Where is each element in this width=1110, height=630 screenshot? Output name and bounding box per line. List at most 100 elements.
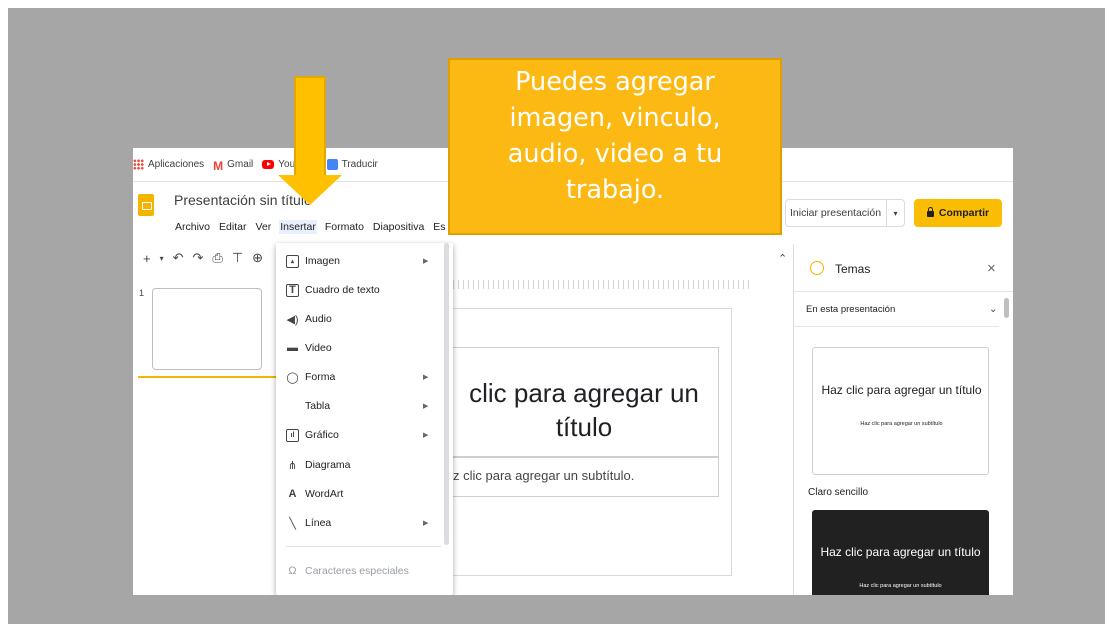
callout-line: audio, video a tu: [507, 139, 723, 169]
new-slide-icon[interactable]: +: [143, 251, 151, 266]
menu-bar: Archivo Editar Ver Insertar Formato Diap…: [174, 220, 454, 234]
chart-icon: ıl: [286, 428, 299, 442]
menu-scrollbar[interactable]: [444, 243, 449, 545]
menu-formato[interactable]: Formato: [324, 220, 365, 234]
bookmark-label: Traducir: [341, 159, 378, 170]
callout-line: trabajo.: [565, 175, 665, 205]
themes-scrollbar[interactable]: [1004, 298, 1009, 318]
menu-item-caracteres-especiales[interactable]: Ω Caracteres especiales: [276, 559, 446, 583]
menu-item-label: Imagen: [305, 255, 341, 267]
callout-box: Puedes agregar imagen, vinculo, audio, v…: [448, 58, 782, 235]
bookmark-apps[interactable]: Aplicaciones: [133, 159, 204, 170]
collapse-toolbar-icon[interactable]: ⌃: [778, 252, 787, 265]
new-slide-dropdown-icon[interactable]: ▾: [160, 254, 164, 263]
menu-item-label: Forma: [305, 371, 336, 383]
menu-item-label: Cuadro de texto: [305, 284, 380, 296]
theme-name: Claro sencillo: [808, 487, 869, 498]
translate-icon: [326, 159, 338, 170]
menu-item-grafico[interactable]: ıl Gráfico ▶: [276, 423, 446, 447]
present-button[interactable]: Iniciar presentación ▾: [785, 199, 905, 227]
menu-archivo[interactable]: Archivo: [174, 220, 211, 234]
theme-card-title: Haz clic para agregar un título: [821, 383, 982, 397]
slide-number: 1: [139, 288, 145, 298]
slide-thumbnail[interactable]: [152, 288, 262, 370]
menu-item-cuadro-de-texto[interactable]: T Cuadro de texto: [276, 278, 446, 302]
redo-icon[interactable]: ↷: [193, 250, 204, 266]
menu-item-label: Línea: [305, 517, 332, 529]
menu-item-tabla[interactable]: Tabla ▶: [276, 394, 446, 418]
theme-card-subtitle: Haz clic para agregar un subtítulo: [859, 583, 942, 589]
bookmark-label: Aplicaciones: [148, 159, 205, 170]
diagram-icon: ⋔: [287, 459, 298, 472]
divider: [794, 326, 999, 327]
themes-title: Temas: [835, 262, 871, 276]
undo-icon[interactable]: ↶: [173, 250, 184, 266]
title-placeholder-box[interactable]: clic para agregar un título: [419, 347, 719, 457]
submenu-arrow-icon: ▶: [423, 374, 429, 381]
menu-ver[interactable]: Ver: [254, 220, 272, 234]
menu-diapositiva[interactable]: Diapositiva: [372, 220, 425, 234]
slide-editor[interactable]: clic para agregar un título z clic para …: [418, 308, 732, 576]
subtitle-placeholder-box[interactable]: z clic para agregar un subtítulo.: [419, 457, 719, 497]
themes-panel: Temas × En esta presentación ⌄ Haz clic …: [793, 244, 1013, 595]
print-icon[interactable]: ⎙: [212, 250, 222, 266]
wordart-icon: A: [288, 488, 297, 500]
zoom-icon[interactable]: ⊕: [252, 250, 263, 266]
menu-item-linea[interactable]: ╲ Línea ▶: [276, 511, 446, 535]
paint-format-icon[interactable]: ⊤: [232, 250, 243, 266]
filmstrip-divider: [138, 376, 288, 378]
menu-separator: [286, 546, 441, 547]
menu-item-diagrama[interactable]: ⋔ Diagrama: [276, 453, 446, 477]
menu-item-imagen[interactable]: ▴ Imagen ▶: [276, 249, 446, 273]
gmail-icon: M: [213, 159, 224, 173]
callout-line: imagen, vinculo,: [509, 103, 721, 133]
omega-icon: Ω: [288, 565, 297, 577]
image-icon: ▴: [286, 254, 299, 268]
audio-icon: ◀): [286, 313, 299, 326]
bookmark-gmail[interactable]: M Gmail: [213, 159, 254, 173]
present-dropdown-icon[interactable]: ▾: [886, 200, 904, 226]
menu-item-label: Tabla: [305, 400, 331, 412]
share-label: Compartir: [938, 207, 990, 219]
menu-item-label: Caracteres especiales: [305, 565, 409, 577]
theme-card-subtitle: Haz clic para agregar un subtítulo: [860, 421, 943, 427]
subtitle-placeholder: z clic para agregar un subtítulo.: [453, 468, 635, 483]
themes-filter-select[interactable]: En esta presentación: [806, 304, 895, 315]
ruler: [453, 280, 753, 289]
pointer-arrow-head: [278, 175, 342, 205]
slides-logo-icon[interactable]: [138, 194, 154, 216]
line-icon: ╲: [289, 517, 296, 530]
menu-item-forma[interactable]: ◯ Forma ▶: [276, 365, 446, 389]
theme-card-dark[interactable]: Haz clic para agregar un título Haz clic…: [812, 510, 989, 595]
present-label: Iniciar presentación: [790, 207, 882, 219]
text-box-icon: T: [286, 283, 299, 297]
submenu-arrow-icon: ▶: [423, 258, 429, 265]
theme-card-light[interactable]: Haz clic para agregar un título Haz clic…: [812, 347, 989, 475]
menu-es[interactable]: Es: [432, 220, 446, 234]
menu-item-wordart[interactable]: A WordArt: [276, 482, 446, 506]
menu-insertar[interactable]: Insertar: [279, 220, 317, 234]
close-icon[interactable]: ×: [987, 260, 996, 277]
insert-menu: ▴ Imagen ▶ T Cuadro de texto ◀) Audio ▬ …: [276, 243, 453, 595]
share-button[interactable]: Compartir: [914, 199, 1002, 227]
menu-item-label: WordArt: [305, 488, 344, 500]
bookmark-label: Gmail: [227, 159, 254, 170]
themes-header: Temas ×: [794, 244, 1013, 292]
submenu-arrow-icon: ▶: [423, 432, 429, 439]
chevron-down-icon[interactable]: ⌄: [989, 304, 997, 315]
bookmark-translate[interactable]: Traducir: [326, 159, 378, 170]
apps-icon: [133, 159, 144, 170]
youtube-icon: [262, 160, 275, 169]
palette-icon: [810, 261, 824, 275]
slide-canvas: Aplicaciones M Gmail YouTube Traducir Pr…: [0, 0, 1110, 630]
toolbar: + ▾ ↶ ↷ ⎙ ⊤ ⊕: [133, 244, 793, 272]
menu-editar[interactable]: Editar: [218, 220, 247, 234]
menu-item-video[interactable]: ▬ Video: [276, 336, 446, 360]
shape-icon: ◯: [286, 371, 299, 384]
menu-item-audio[interactable]: ◀) Audio: [276, 307, 446, 331]
menu-item-label: Audio: [305, 313, 332, 325]
menu-item-label: Video: [305, 342, 332, 354]
pointer-arrow: [294, 76, 326, 176]
theme-card-title: Haz clic para agregar un título: [820, 545, 981, 559]
submenu-arrow-icon: ▶: [423, 520, 429, 527]
